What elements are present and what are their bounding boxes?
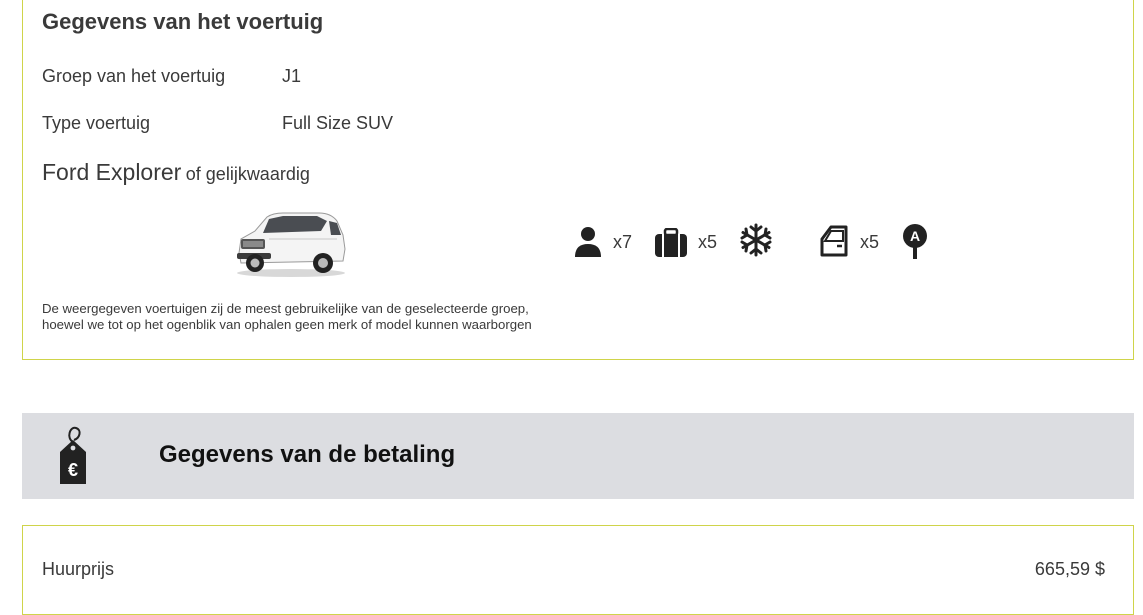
passenger-count: x7 xyxy=(613,232,633,252)
payment-section-title: Gegevens van de betaling xyxy=(159,441,456,468)
rental-price-label: Huurprijs xyxy=(42,559,115,579)
vehicle-group-label: Groep van het voertuig xyxy=(42,66,226,86)
vehicle-disclaimer: De weergegeven voertuigen zij de meest g… xyxy=(42,301,532,332)
vehicle-model-name: Ford Explorer xyxy=(42,159,182,185)
vehicle-group-value: J1 xyxy=(282,66,302,86)
vehicle-model-suffix: of gelijkwaardig xyxy=(185,164,310,184)
door-icon xyxy=(820,225,848,257)
vehicle-type-value: Full Size SUV xyxy=(282,113,394,133)
snowflake-icon xyxy=(740,223,772,257)
euro-price-tag-icon: € xyxy=(60,426,86,484)
vehicle-type-label: Type voertuig xyxy=(42,113,151,133)
door-count: x5 xyxy=(860,232,880,252)
rental-price-value: 665,59 $ xyxy=(1034,559,1105,579)
vehicle-model: Ford Explorer of gelijkwaardig xyxy=(42,159,310,186)
luggage-count: x5 xyxy=(698,232,718,252)
luggage-icon xyxy=(655,228,687,257)
svg-text:A: A xyxy=(910,228,920,244)
vehicle-image xyxy=(237,212,346,277)
person-icon xyxy=(575,227,601,257)
vehicle-details-card: Gegevens van het voertuig Groep van het … xyxy=(22,0,1134,360)
svg-text:€: € xyxy=(68,460,78,480)
vehicle-section-title: Gegevens van het voertuig xyxy=(42,9,324,34)
automatic-gear-icon: A xyxy=(903,224,927,259)
payment-details-card: Huurprijs 665,59 $ xyxy=(22,525,1134,615)
payment-section-header: € Gegevens van de betaling xyxy=(22,413,1134,499)
